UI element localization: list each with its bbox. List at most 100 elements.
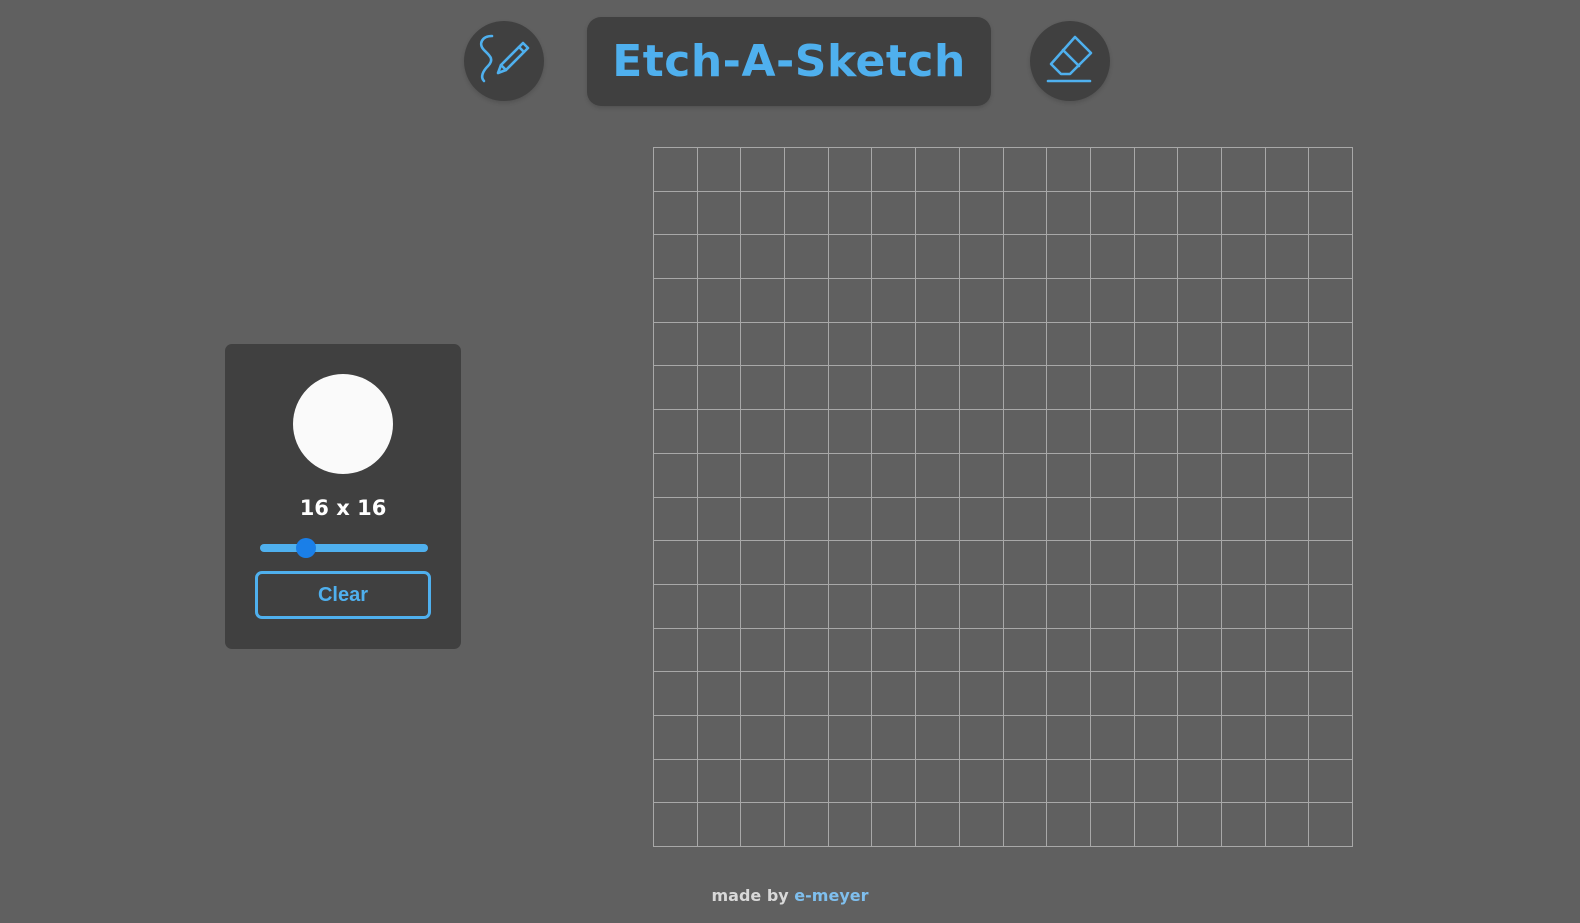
grid-cell[interactable] xyxy=(1178,803,1222,847)
grid-cell[interactable] xyxy=(1221,453,1266,498)
grid-cell[interactable] xyxy=(654,803,698,847)
grid-cell[interactable] xyxy=(1221,410,1266,454)
grid-cell[interactable] xyxy=(828,759,873,804)
grid-cell[interactable] xyxy=(1134,410,1179,454)
grid-cell[interactable] xyxy=(1003,803,1048,847)
grid-cell[interactable] xyxy=(654,759,698,804)
grid-cell[interactable] xyxy=(959,803,1004,847)
grid-cell[interactable] xyxy=(1090,322,1135,367)
grid-cell[interactable] xyxy=(1178,366,1222,411)
grid-cell[interactable] xyxy=(1178,715,1222,760)
grid-cell[interactable] xyxy=(872,541,917,585)
grid-cell[interactable] xyxy=(1047,759,1091,804)
grid-cell[interactable] xyxy=(959,759,1004,804)
grid-cell[interactable] xyxy=(872,148,917,192)
grid-cell[interactable] xyxy=(1265,584,1310,629)
grid-cell[interactable] xyxy=(741,628,786,673)
grid-cell[interactable] xyxy=(1221,803,1266,847)
grid-cell[interactable] xyxy=(916,584,960,629)
grid-cell[interactable] xyxy=(1265,235,1310,280)
grid-cell[interactable] xyxy=(872,453,917,498)
grid-cell[interactable] xyxy=(1309,279,1353,323)
grid-cell[interactable] xyxy=(1309,366,1353,411)
grid-cell[interactable] xyxy=(1047,453,1091,498)
grid-cell[interactable] xyxy=(916,672,960,716)
grid-cell[interactable] xyxy=(741,191,786,236)
grid-cell[interactable] xyxy=(1178,453,1222,498)
grid-cell[interactable] xyxy=(741,279,786,323)
grid-cell[interactable] xyxy=(1047,322,1091,367)
grid-cell[interactable] xyxy=(1265,148,1310,192)
grid-cell[interactable] xyxy=(1178,410,1222,454)
grid-cell[interactable] xyxy=(785,803,829,847)
grid-cell[interactable] xyxy=(959,541,1004,585)
grid-cell[interactable] xyxy=(654,410,698,454)
grid-cell[interactable] xyxy=(1309,322,1353,367)
grid-cell[interactable] xyxy=(1178,759,1222,804)
grid-cell[interactable] xyxy=(741,541,786,585)
grid-cell[interactable] xyxy=(959,715,1004,760)
grid-cell[interactable] xyxy=(1090,497,1135,542)
grid-cell[interactable] xyxy=(1090,803,1135,847)
grid-cell[interactable] xyxy=(1047,672,1091,716)
grid-cell[interactable] xyxy=(1265,628,1310,673)
grid-cell[interactable] xyxy=(741,672,786,716)
grid-cell[interactable] xyxy=(959,497,1004,542)
grid-cell[interactable] xyxy=(872,715,917,760)
grid-cell[interactable] xyxy=(959,628,1004,673)
grid-cell[interactable] xyxy=(828,366,873,411)
grid-cell[interactable] xyxy=(1134,191,1179,236)
grid-cell[interactable] xyxy=(1134,803,1179,847)
grid-cell[interactable] xyxy=(872,672,917,716)
grid-cell[interactable] xyxy=(916,541,960,585)
grid-cell[interactable] xyxy=(959,410,1004,454)
grid-cell[interactable] xyxy=(785,322,829,367)
grid-cell[interactable] xyxy=(828,584,873,629)
grid-cell[interactable] xyxy=(1221,279,1266,323)
grid-cell[interactable] xyxy=(1265,715,1310,760)
grid-cell[interactable] xyxy=(1134,235,1179,280)
grid-cell[interactable] xyxy=(1309,628,1353,673)
grid-cell[interactable] xyxy=(741,453,786,498)
grid-cell[interactable] xyxy=(654,497,698,542)
grid-cell[interactable] xyxy=(785,759,829,804)
grid-cell[interactable] xyxy=(1221,235,1266,280)
grid-cell[interactable] xyxy=(1134,628,1179,673)
grid-cell[interactable] xyxy=(1178,279,1222,323)
grid-cell[interactable] xyxy=(697,628,742,673)
grid-cell[interactable] xyxy=(1265,279,1310,323)
grid-cell[interactable] xyxy=(1090,410,1135,454)
grid-cell[interactable] xyxy=(654,715,698,760)
grid-cell[interactable] xyxy=(1265,322,1310,367)
grid-cell[interactable] xyxy=(916,279,960,323)
grid-cell[interactable] xyxy=(1309,672,1353,716)
grid-cell[interactable] xyxy=(1090,366,1135,411)
grid-cell[interactable] xyxy=(916,410,960,454)
grid-cell[interactable] xyxy=(785,366,829,411)
grid-cell[interactable] xyxy=(697,191,742,236)
author-link[interactable]: e-meyer xyxy=(794,886,868,905)
grid-cell[interactable] xyxy=(1221,759,1266,804)
grid-cell[interactable] xyxy=(1265,672,1310,716)
grid-size-slider[interactable] xyxy=(260,538,428,558)
grid-cell[interactable] xyxy=(1221,322,1266,367)
grid-cell[interactable] xyxy=(654,672,698,716)
grid-cell[interactable] xyxy=(741,410,786,454)
grid-cell[interactable] xyxy=(654,628,698,673)
grid-cell[interactable] xyxy=(1309,803,1353,847)
grid-cell[interactable] xyxy=(785,628,829,673)
grid-cell[interactable] xyxy=(1309,148,1353,192)
grid-cell[interactable] xyxy=(872,235,917,280)
grid-cell[interactable] xyxy=(872,191,917,236)
grid-cell[interactable] xyxy=(1178,584,1222,629)
grid-cell[interactable] xyxy=(1134,541,1179,585)
grid-cell[interactable] xyxy=(1003,366,1048,411)
grid-cell[interactable] xyxy=(785,584,829,629)
grid-cell[interactable] xyxy=(1003,279,1048,323)
grid-cell[interactable] xyxy=(1178,497,1222,542)
grid-cell[interactable] xyxy=(1221,497,1266,542)
color-picker-button[interactable] xyxy=(293,374,393,474)
grid-cell[interactable] xyxy=(828,497,873,542)
grid-cell[interactable] xyxy=(697,672,742,716)
grid-cell[interactable] xyxy=(654,279,698,323)
